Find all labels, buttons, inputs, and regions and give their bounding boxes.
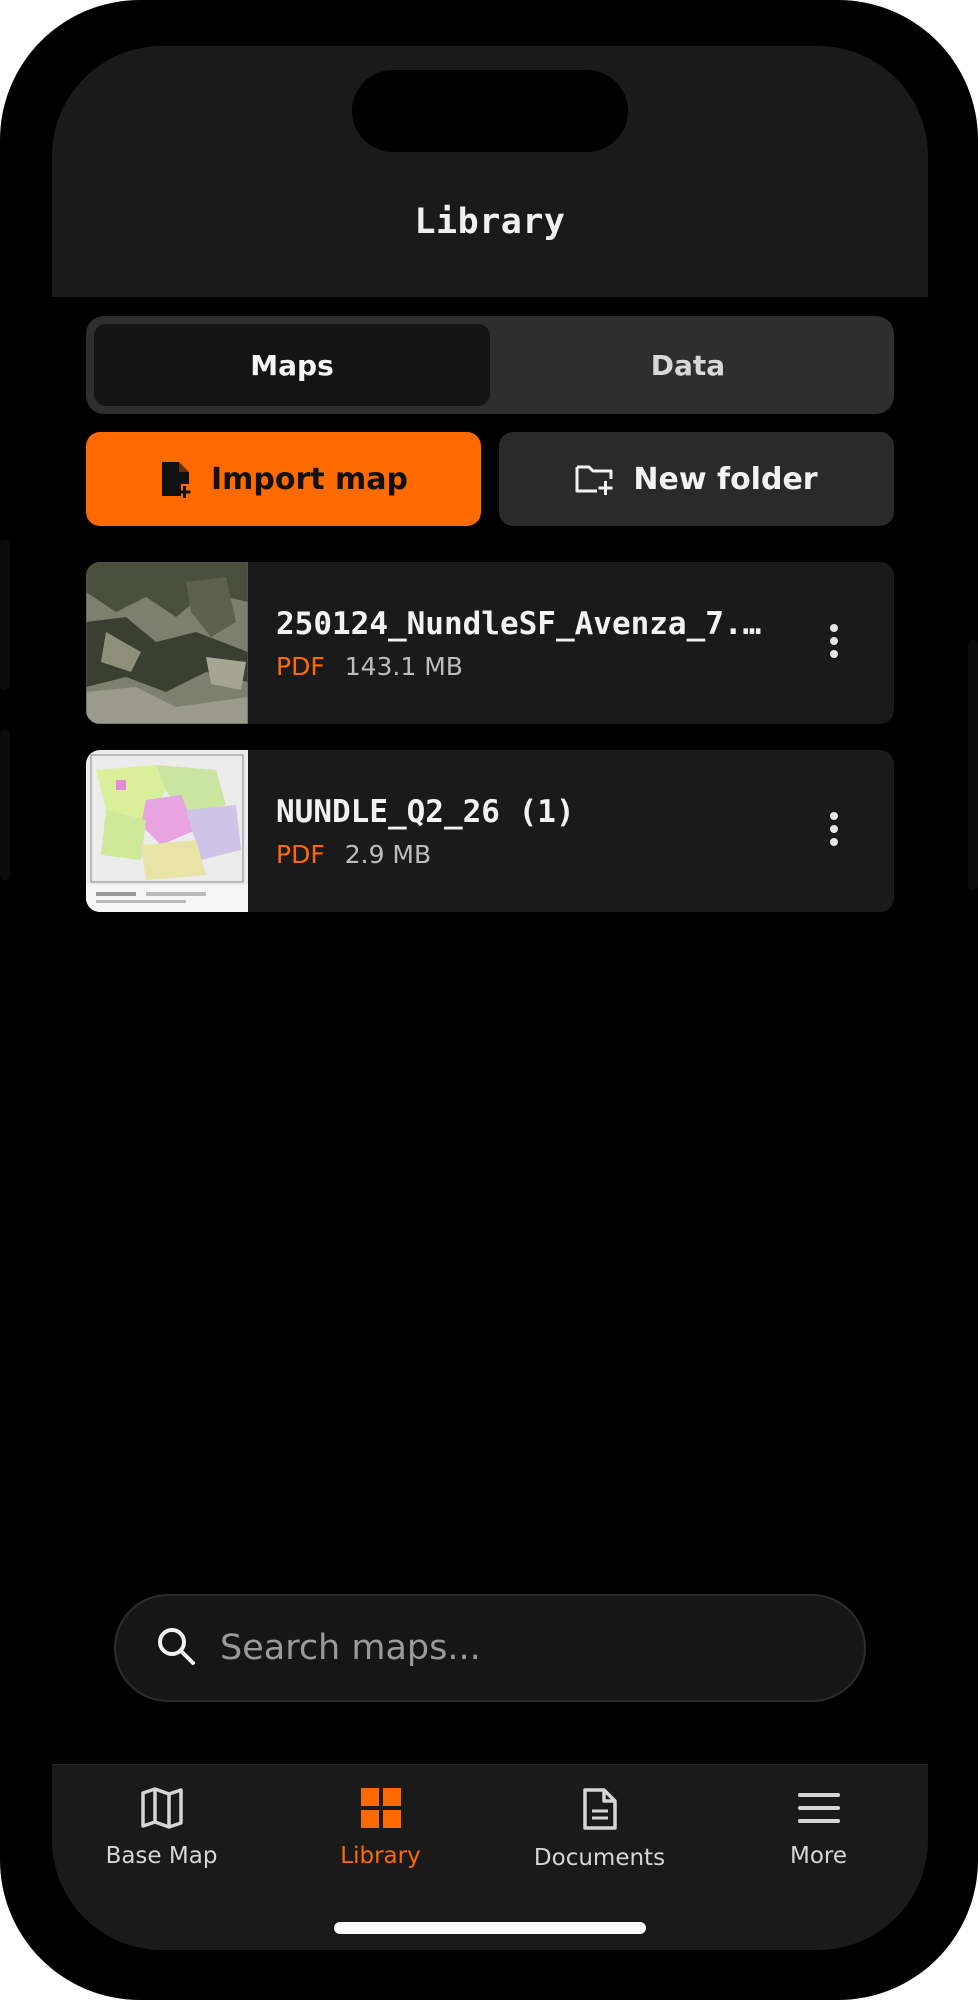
tab-label: More	[789, 1843, 848, 1869]
segment-data[interactable]: Data	[490, 324, 886, 406]
tab-label: Documents	[533, 1845, 666, 1871]
tab-label: Base Map	[105, 1843, 218, 1869]
more-options-button[interactable]	[794, 562, 874, 724]
tab-base-map[interactable]: Base Map	[52, 1765, 271, 1950]
import-map-label: Import map	[210, 461, 409, 497]
map-name: NUNDLE_Q2_26 (1)	[276, 793, 575, 830]
side-button-right	[968, 640, 978, 890]
map-meta: PDF 143.1 MB	[276, 652, 794, 681]
document-icon	[582, 1787, 618, 1835]
new-folder-button[interactable]: New folder	[499, 432, 894, 526]
library-segmented-control: Maps Data	[86, 316, 894, 414]
map-file-size: 2.9 MB	[344, 839, 432, 869]
more-options-button[interactable]	[794, 750, 874, 912]
file-add-icon	[159, 460, 193, 498]
import-map-button[interactable]: Import map	[86, 432, 481, 526]
search-icon	[156, 1626, 196, 1670]
app-screen: Library Maps Data Import map New folder …	[52, 46, 928, 1950]
map-file-size: 143.1 MB	[344, 651, 463, 681]
kebab-icon	[828, 811, 840, 851]
map-name: 250124_NundleSF_Avenza_7...	[276, 605, 776, 642]
side-button-left-lower	[0, 730, 10, 880]
side-button-left-upper	[0, 540, 10, 690]
tab-label: Library	[340, 1843, 421, 1869]
list-item-text: 250124_NundleSF_Avenza_7... PDF 143.1 MB	[276, 606, 794, 681]
search-bar	[114, 1594, 866, 1702]
tab-more[interactable]: More	[709, 1765, 928, 1950]
page-title: Library	[414, 202, 566, 242]
kebab-icon	[828, 623, 840, 663]
map-file-type: PDF	[276, 839, 325, 869]
menu-icon	[797, 1787, 841, 1833]
search-input[interactable]	[218, 1627, 778, 1669]
list-item[interactable]: NUNDLE_Q2_26 (1) PDF 2.9 MB	[86, 750, 894, 912]
satellite-map-thumbnail	[86, 562, 248, 724]
color-zoned-map-thumbnail	[86, 750, 248, 912]
map-file-type: PDF	[276, 651, 325, 681]
grid-icon	[360, 1787, 402, 1833]
app-header: Library	[52, 46, 928, 297]
dynamic-island	[352, 70, 628, 152]
list-item-text: NUNDLE_Q2_26 (1) PDF 2.9 MB	[276, 794, 794, 869]
library-actions: Import map New folder	[86, 432, 894, 526]
map-meta: PDF 2.9 MB	[276, 840, 794, 869]
new-folder-label: New folder	[633, 461, 818, 497]
phone-frame: Library Maps Data Import map New folder …	[0, 0, 978, 2000]
map-icon	[140, 1787, 184, 1833]
list-item[interactable]: 250124_NundleSF_Avenza_7... PDF 143.1 MB	[86, 562, 894, 724]
home-indicator	[334, 1922, 646, 1934]
maps-list: 250124_NundleSF_Avenza_7... PDF 143.1 MB	[86, 562, 894, 938]
folder-add-icon	[575, 463, 615, 495]
segment-maps[interactable]: Maps	[94, 324, 490, 406]
